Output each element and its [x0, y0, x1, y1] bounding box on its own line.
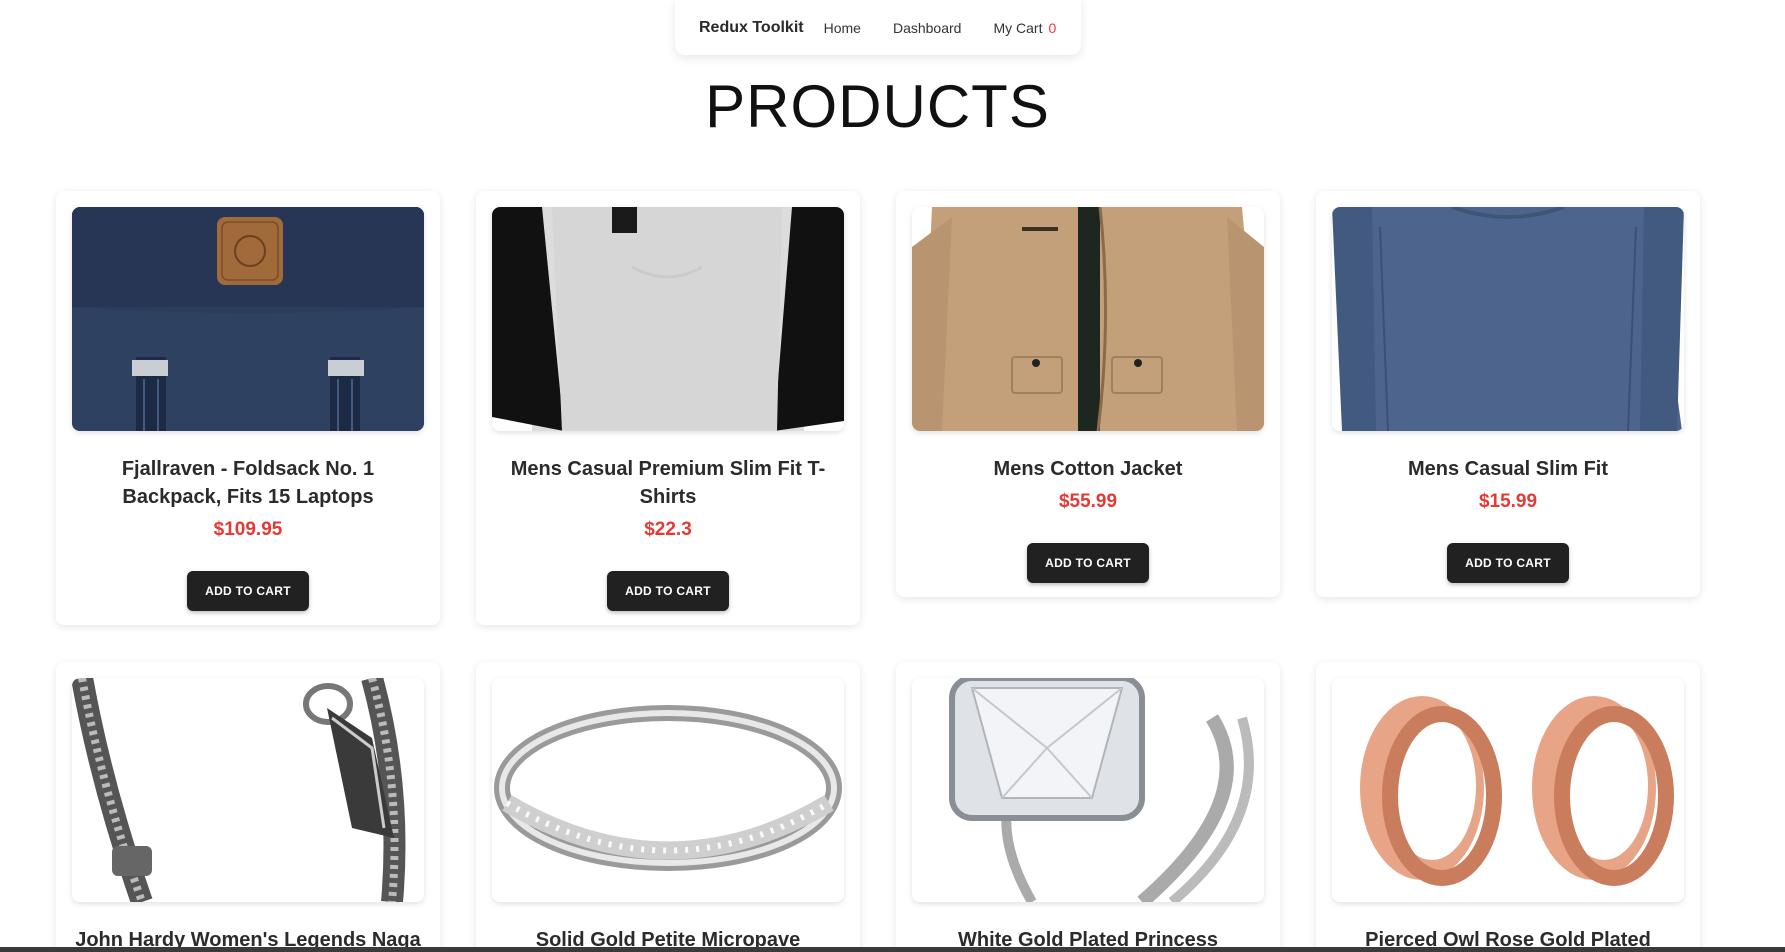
product-title: Mens Casual Premium Slim Fit T-Shirts	[510, 458, 826, 508]
product-card: John Hardy Women's Legends Naga Gold & S…	[56, 662, 440, 952]
bottom-edge-bar	[0, 947, 1785, 952]
add-to-cart-button[interactable]: ADD TO CART	[187, 571, 309, 611]
cart-count-badge: 0	[1048, 19, 1057, 36]
product-image-tshirt[interactable]	[492, 207, 844, 431]
brand-logo[interactable]: Redux Toolkit	[699, 19, 804, 37]
product-title: Mens Cotton Jacket	[993, 458, 1183, 480]
product-card: Fjallraven - Foldsack No. 1 Backpack, Fi…	[56, 191, 440, 625]
add-to-cart-button[interactable]: ADD TO CART	[1027, 543, 1149, 583]
product-image-bracelet[interactable]	[72, 678, 424, 902]
product-image-plugs[interactable]	[1332, 678, 1684, 902]
product-card: Solid Gold Petite Micropave	[476, 662, 860, 952]
product-image-jacket[interactable]	[912, 207, 1264, 431]
nav-home-link[interactable]: Home	[824, 20, 861, 36]
product-image-longsleeve[interactable]	[1332, 207, 1684, 431]
add-to-cart-button[interactable]: ADD TO CART	[1447, 543, 1569, 583]
nav-dashboard-link[interactable]: Dashboard	[893, 20, 962, 36]
top-navbar: Redux Toolkit Home Dashboard My Cart 0	[675, 0, 1081, 55]
page-title: PRODUCTS	[705, 73, 1050, 140]
product-card: Mens Casual Premium Slim Fit T-Shirts $2…	[476, 191, 860, 625]
nav-cart-link[interactable]: My Cart 0	[993, 20, 1056, 36]
product-title: Fjallraven - Foldsack No. 1 Backpack, Fi…	[121, 458, 375, 508]
product-card: White Gold Plated Princess	[896, 662, 1280, 952]
product-price: $55.99	[1058, 491, 1118, 512]
add-to-cart-button[interactable]: ADD TO CART	[607, 571, 729, 611]
product-card: Mens Casual Slim Fit $15.99 ADD TO CART	[1316, 191, 1700, 597]
product-price: $22.3	[644, 519, 692, 540]
product-title: Mens Casual Slim Fit	[1407, 458, 1609, 480]
product-image-ring-band[interactable]	[492, 678, 844, 902]
product-card: Pierced Owl Rose Gold Plated Stainless S…	[1316, 662, 1700, 952]
product-price: $15.99	[1478, 491, 1538, 512]
cart-label: My Cart	[993, 19, 1043, 36]
product-price: $109.95	[213, 519, 283, 540]
product-image-ring-princess[interactable]	[912, 678, 1264, 902]
product-card: Mens Cotton Jacket $55.99 ADD TO CART	[896, 191, 1280, 597]
product-image-backpack[interactable]	[72, 207, 424, 431]
